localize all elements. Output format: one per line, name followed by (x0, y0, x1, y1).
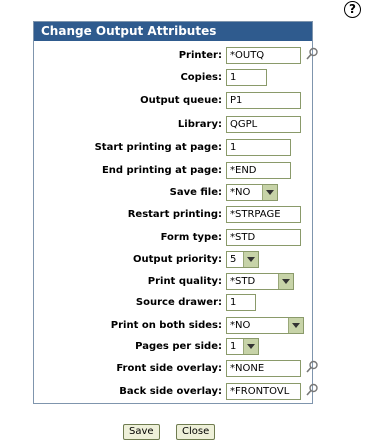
output-queue-label: Output queue: (140, 95, 222, 106)
close-button[interactable]: Close (176, 424, 216, 440)
back-overlay-lookup-icon[interactable] (305, 383, 319, 397)
print-quality-select[interactable]: *STD (226, 273, 294, 290)
form-type-row: Form type: *STD (34, 229, 312, 248)
source-drawer-label: Source drawer: (135, 297, 222, 308)
output-priority-row: Output priority: 5 (34, 251, 312, 270)
output-priority-select[interactable]: 5 (226, 251, 259, 268)
chevron-down-icon[interactable] (288, 318, 303, 333)
back-overlay-input[interactable]: *FRONTOVL (226, 383, 301, 400)
start-page-input[interactable]: 1 (226, 139, 291, 156)
both-sides-row: Print on both sides: *NO (34, 317, 312, 336)
printer-row: Printer: *OUTQ (34, 47, 318, 66)
printer-input[interactable]: *OUTQ (226, 47, 301, 64)
library-label: Library: (177, 119, 222, 130)
output-priority-label: Output priority: (133, 254, 222, 265)
both-sides-label: Print on both sides: (110, 320, 222, 331)
restart-row: Restart printing: *STRPAGE (34, 206, 312, 225)
print-quality-label: Print quality: (147, 276, 222, 287)
both-sides-select[interactable]: *NO (226, 317, 304, 334)
chevron-down-icon[interactable] (243, 339, 258, 354)
restart-input[interactable]: *STRPAGE (226, 206, 301, 223)
change-output-attributes-panel: Change Output Attributes Printer: *OUTQ … (33, 21, 318, 404)
back-overlay-row: Back side overlay: *FRONTOVL (34, 383, 318, 402)
copies-row: Copies: 1 (34, 69, 312, 88)
pages-per-side-value: 1 (230, 341, 237, 352)
end-page-row: End printing at page: *END (34, 162, 312, 181)
save-file-label: Save file: (169, 187, 222, 198)
end-page-input[interactable]: *END (226, 162, 291, 179)
chevron-down-icon[interactable] (278, 274, 293, 289)
front-overlay-label: Front side overlay: (116, 363, 222, 374)
front-overlay-row: Front side overlay: *NONE (34, 360, 318, 379)
form-type-label: Form type: (160, 232, 222, 243)
end-page-label: End printing at page: (101, 165, 222, 176)
chevron-down-icon[interactable] (262, 185, 277, 200)
printer-label: Printer: (178, 50, 222, 61)
save-file-row: Save file: *NO (34, 184, 312, 203)
copies-input[interactable]: 1 (226, 69, 267, 86)
copies-label: Copies: (180, 72, 222, 83)
output-priority-value: 5 (230, 254, 237, 265)
both-sides-value: *NO (230, 320, 251, 331)
start-page-row: Start printing at page: 1 (34, 139, 312, 158)
print-quality-row: Print quality: *STD (34, 273, 312, 292)
save-file-select[interactable]: *NO (226, 184, 278, 201)
save-button[interactable]: Save (123, 424, 160, 440)
output-queue-input[interactable]: P1 (226, 92, 301, 109)
printer-lookup-icon[interactable] (305, 47, 319, 61)
front-overlay-lookup-icon[interactable] (305, 360, 319, 374)
front-overlay-input[interactable]: *NONE (226, 360, 301, 377)
back-overlay-label: Back side overlay: (119, 386, 222, 397)
form-type-input[interactable]: *STD (226, 229, 301, 246)
print-quality-value: *STD (230, 276, 256, 287)
output-queue-row: Output queue: P1 (34, 92, 312, 111)
help-icon[interactable]: ? (344, 1, 361, 18)
chevron-down-icon[interactable] (243, 252, 258, 267)
restart-label: Restart printing: (127, 209, 222, 220)
source-drawer-row: Source drawer: 1 (34, 294, 312, 313)
pages-per-side-row: Pages per side: 1 (34, 338, 312, 357)
save-file-value: *NO (230, 187, 251, 198)
library-row: Library: QGPL (34, 116, 312, 135)
start-page-label: Start printing at page: (94, 142, 222, 153)
source-drawer-input[interactable]: 1 (226, 294, 256, 311)
panel-title: Change Output Attributes (34, 22, 312, 41)
pages-per-side-label: Pages per side: (135, 341, 222, 352)
library-input[interactable]: QGPL (226, 116, 301, 133)
pages-per-side-select[interactable]: 1 (226, 338, 259, 355)
